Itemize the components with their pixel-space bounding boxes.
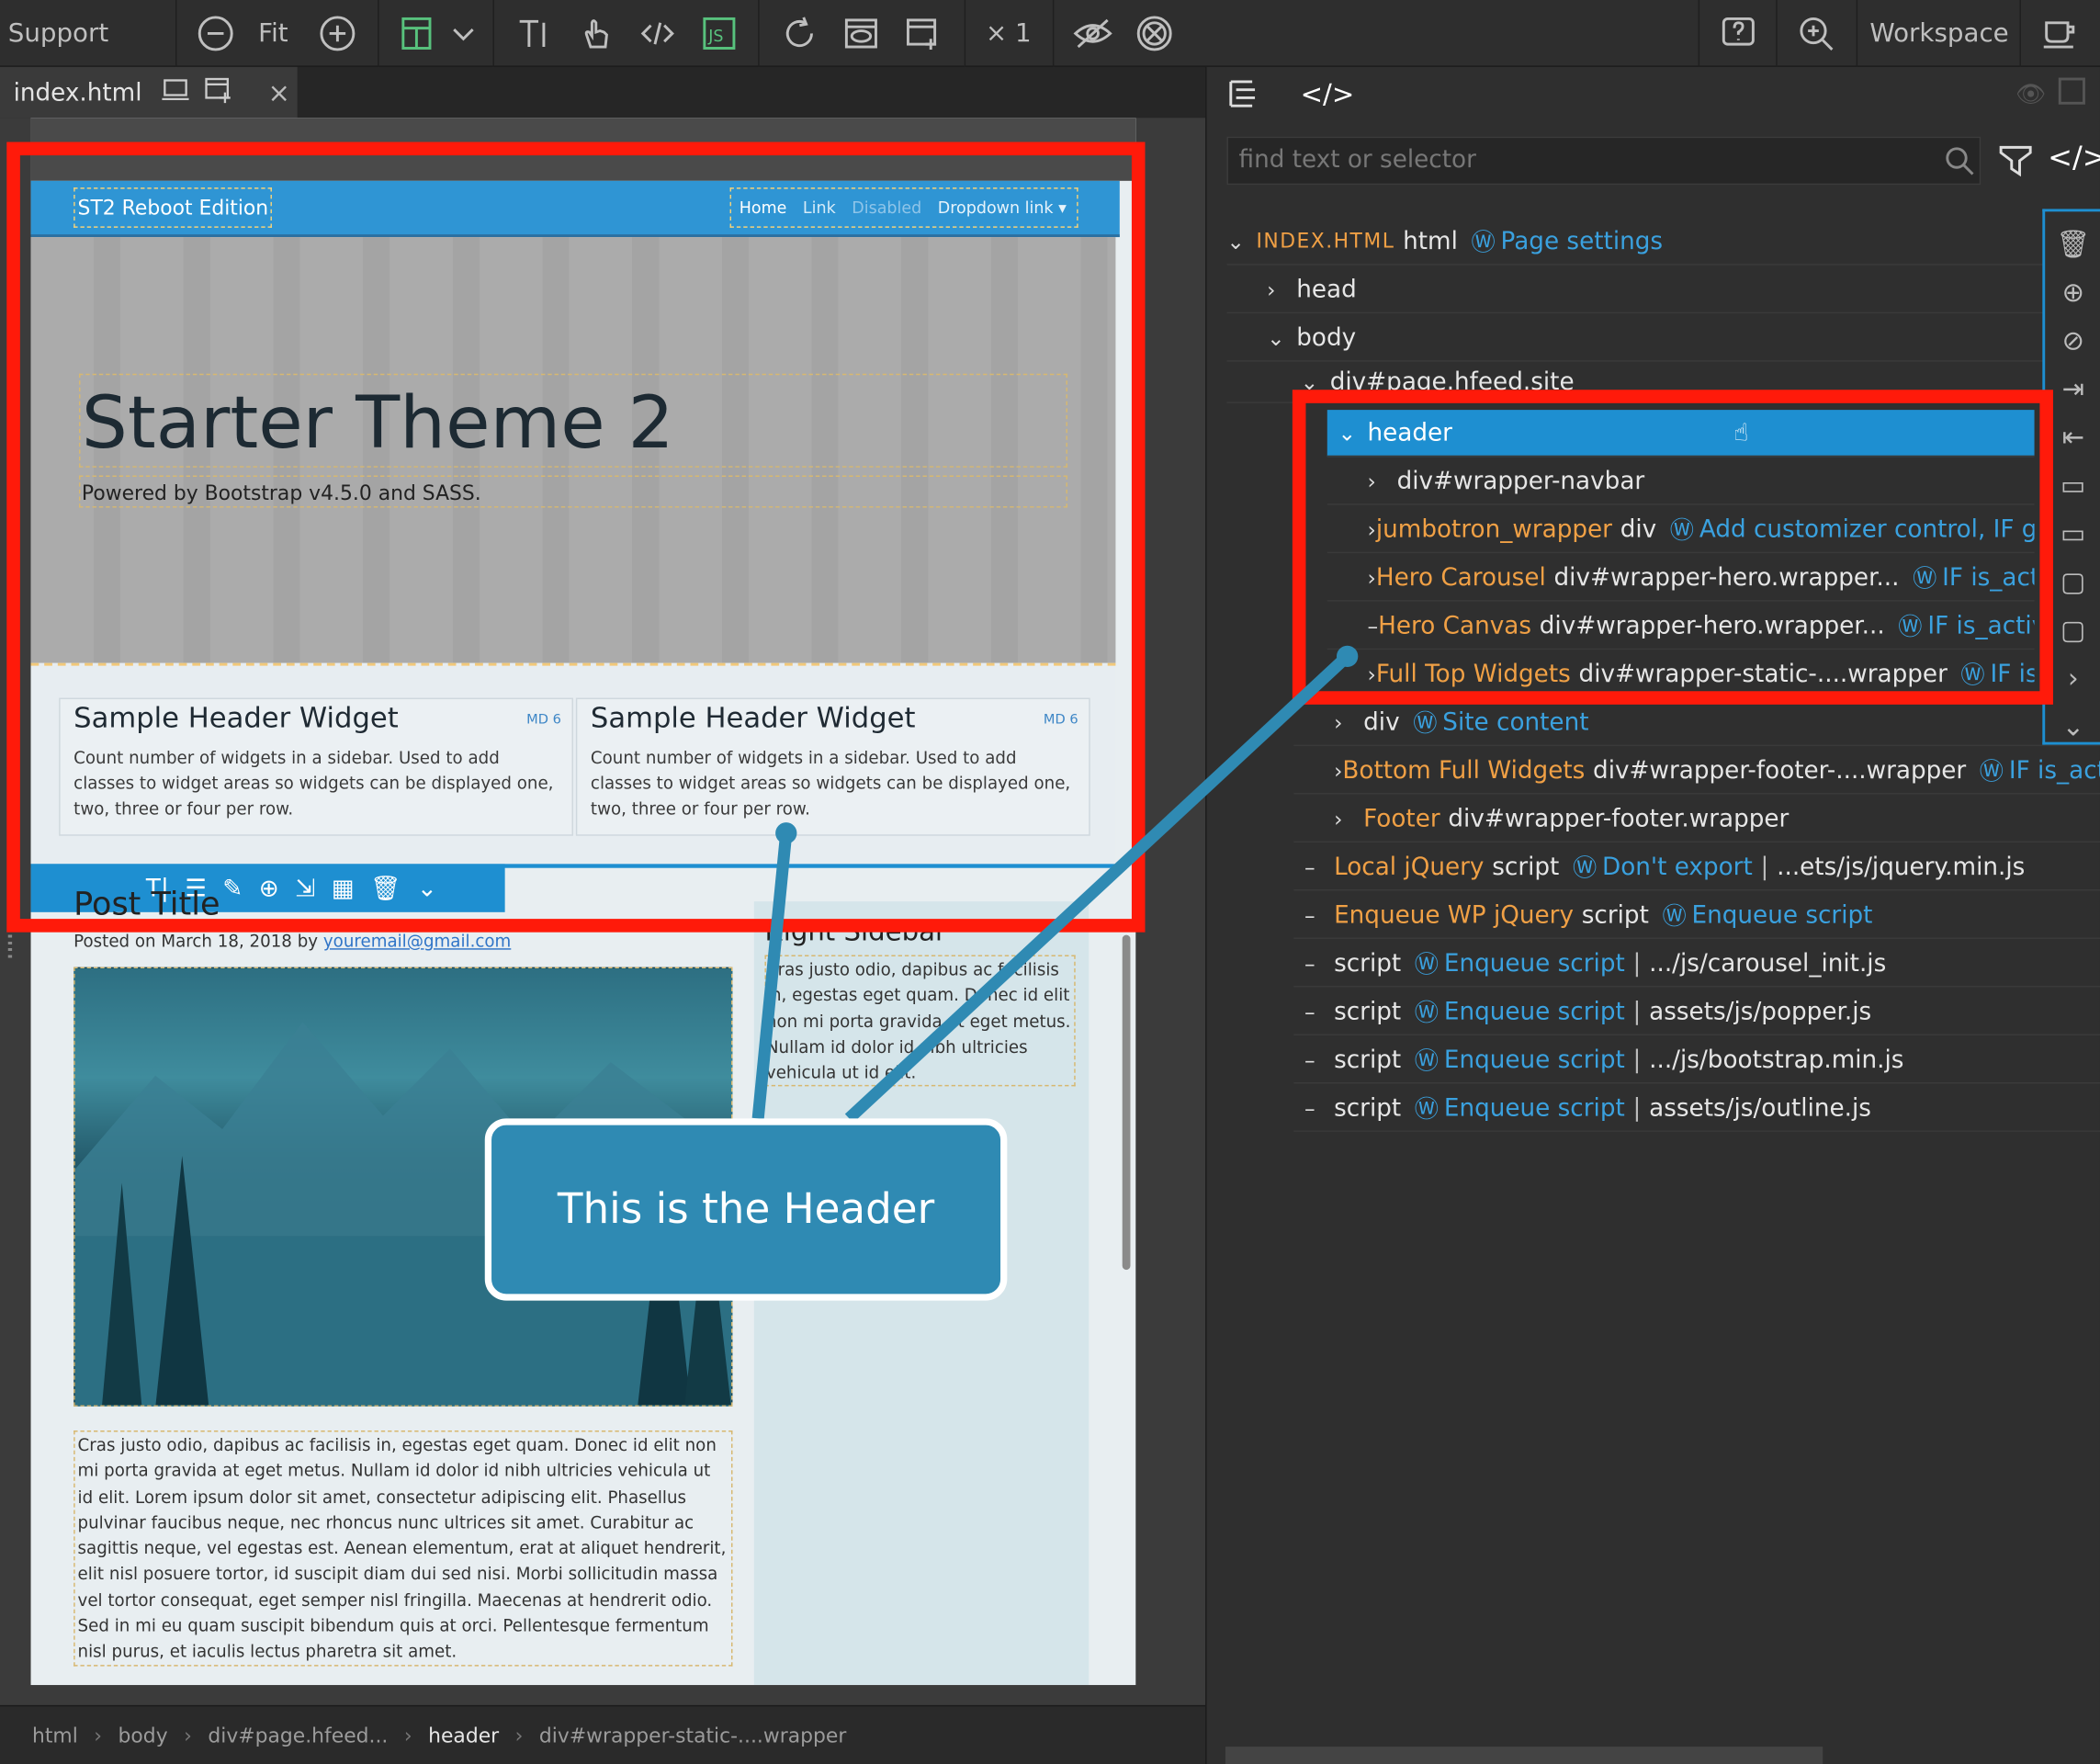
- app-window: Support Fit JS × 1 Workspace index.html …: [0, 0, 2100, 1764]
- callout-text: This is the Header: [557, 1185, 935, 1234]
- header-callout: This is the Header: [484, 1118, 1008, 1301]
- callout-pointers: [751, 645, 1359, 1124]
